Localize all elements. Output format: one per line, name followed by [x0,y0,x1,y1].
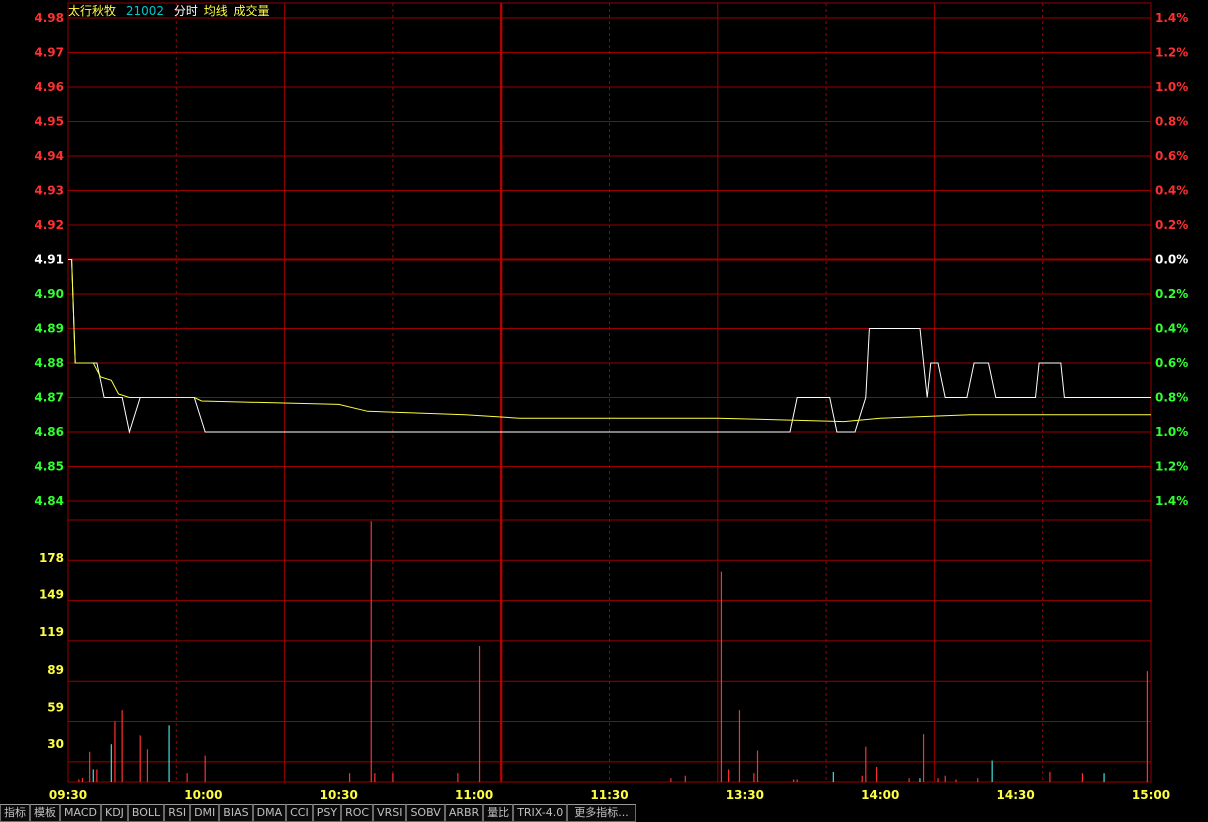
tab-rsi[interactable]: RSI [164,804,191,822]
tab-indicator[interactable]: 指标 [0,804,30,822]
intraday-chart: 4.98 1.4% 4.97 1.2% 4.96 1.0% 4.95 0.8% 4.94 0.6%… [34,2,1188,802]
pct-tick-label: 1.4% [1155,11,1188,25]
tab-roc[interactable]: ROC [341,804,374,822]
pct-tick-label: 0.0% [1155,253,1188,267]
pct-tick-label: 0.6% [1155,149,1188,163]
price-tick-label: 4.87 [34,391,64,405]
pct-tick-label: 0.8% [1155,391,1188,405]
price-tick-label: 4.89 [34,322,64,336]
time-tick-label: 10:00 [184,788,222,802]
price-tick-label: 4.88 [34,356,64,370]
volume-tick-label: 178 [39,551,64,565]
tab-dmi[interactable]: DMI [190,804,220,822]
tab-macd[interactable]: MACD [60,804,101,822]
time-tick-label: 11:00 [455,788,493,802]
tab-trix[interactable]: TRIX-4.0 [513,804,568,822]
chart-header: 太行秋牧 21002 分时 均线 成交量 [68,2,276,19]
tab-more-indicators[interactable]: 更多指标... [567,804,636,822]
pct-tick-label: 0.4% [1155,322,1188,336]
pct-tick-label: 1.4% [1155,494,1188,508]
tab-sobv[interactable]: SOBV [406,804,445,822]
tab-template[interactable]: 模板 [30,804,60,822]
pct-tick-label: 0.4% [1155,184,1188,198]
volume-tick-label: 30 [47,737,64,751]
price-tick-label: 4.98 [34,11,64,25]
tab-cci[interactable]: CCI [286,804,313,822]
volume-tick-label: 59 [47,701,64,715]
stock-code: 21002 [125,4,165,18]
price-tick-label: 4.93 [34,184,64,198]
time-tick-label: 15:00 [1132,788,1170,802]
legend-minute: 分时 [173,4,198,18]
volume-tick-label: 119 [39,625,64,639]
pct-tick-label: 0.2% [1155,287,1188,301]
tab-volume-ratio[interactable]: 量比 [483,804,514,822]
time-tick-label: 11:30 [590,788,628,802]
pct-tick-label: 1.2% [1155,460,1188,474]
time-tick-label: 14:00 [861,788,899,802]
tab-vrsi[interactable]: VRSI [373,804,407,822]
tab-boll[interactable]: BOLL [127,804,165,822]
price-tick-label: 4.90 [34,287,64,301]
pct-tick-label: 1.0% [1155,80,1188,94]
pct-tick-label: 0.8% [1155,115,1188,129]
tab-bias[interactable]: BIAS [219,804,253,822]
price-tick-label: 4.84 [34,494,64,508]
price-tick-label: 4.94 [34,149,64,163]
tab-dma[interactable]: DMA [252,804,287,822]
time-tick-label: 10:30 [320,788,358,802]
legend-avg: 均线 [203,4,228,18]
price-tick-label: 4.96 [34,80,64,94]
pct-tick-label: 0.2% [1155,218,1188,232]
time-tick-label: 09:30 [49,788,87,802]
price-tick-label: 4.95 [34,115,64,129]
volume-tick-label: 89 [47,663,64,677]
pct-tick-label: 1.2% [1155,46,1188,60]
stock-name: 太行秋牧 [68,4,117,18]
legend-volume: 成交量 [233,4,270,18]
price-tick-label: 4.91 [34,253,64,267]
price-tick-label: 4.92 [34,218,64,232]
pct-tick-label: 1.0% [1155,425,1188,439]
price-tick-label: 4.86 [34,425,64,439]
price-tick-label: 4.85 [34,460,64,474]
tab-psy[interactable]: PSY [312,804,342,822]
pct-tick-label: 0.6% [1155,356,1188,370]
volume-tick-label: 149 [39,587,64,601]
indicator-tab-bar: 指标 模板 MACD KDJ BOLL RSI DMI BIAS DMA CCI… [0,804,1208,822]
time-tick-label: 13:30 [726,788,764,802]
tab-kdj[interactable]: KDJ [100,804,128,822]
time-tick-label: 14:30 [997,788,1035,802]
tab-arbr[interactable]: ARBR [444,804,484,822]
price-tick-label: 4.97 [34,46,64,60]
